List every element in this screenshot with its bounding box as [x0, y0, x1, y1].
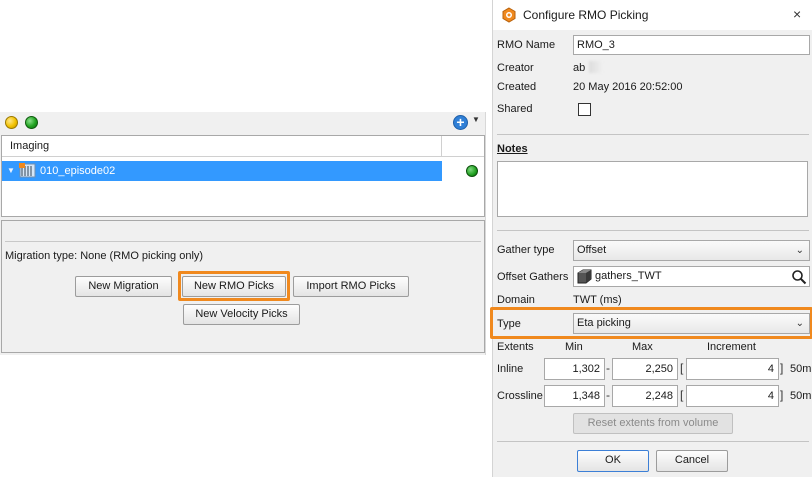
offset-gathers-field[interactable]: gathers_TWT: [573, 266, 810, 287]
inline-max-input[interactable]: 2,250: [612, 358, 678, 380]
title-bar: Configure RMO Picking ×: [493, 0, 812, 30]
migration-type-text: Migration type: None (RMO picking only): [5, 250, 204, 262]
creator-label: Creator: [497, 62, 534, 74]
creator-value: ab: [573, 62, 586, 74]
add-icon[interactable]: +: [453, 115, 468, 130]
green-status-icon: [25, 116, 38, 129]
tree-header: Imaging: [2, 136, 484, 157]
imaging-tree: Imaging ▼ 010_episode02: [1, 135, 485, 217]
ok-button[interactable]: OK: [577, 450, 649, 472]
rmo-name-label: RMO Name: [497, 39, 556, 51]
inline-increment-input[interactable]: 4: [686, 358, 779, 380]
shared-label: Shared: [497, 103, 533, 115]
volume-cube-icon: [577, 269, 592, 284]
crossline-unit: 50m: [790, 390, 812, 402]
chevron-down-icon: ⌄: [795, 245, 804, 256]
domain-value: TWT (ms): [573, 294, 622, 306]
extents-min-label: Min: [565, 341, 583, 353]
new-migration-button[interactable]: New Migration: [75, 276, 172, 297]
bracket-close: ]: [780, 388, 784, 402]
divider: [497, 134, 809, 135]
tree-header-label: Imaging: [10, 140, 50, 152]
new-rmo-picks-button[interactable]: New RMO Picks: [182, 276, 286, 297]
divider: [497, 230, 809, 231]
offset-gathers-label: Offset Gathers: [497, 271, 569, 283]
gather-type-select[interactable]: Offset ⌄: [573, 240, 810, 261]
divider: [5, 241, 481, 242]
app-gear-icon: [502, 7, 516, 23]
chevron-down-icon: ⌄: [795, 318, 804, 329]
type-select[interactable]: Eta picking ⌄: [573, 313, 810, 334]
crossline-label: Crossline: [497, 390, 543, 402]
tree-row-episode[interactable]: ▼ 010_episode02: [2, 161, 442, 181]
type-label: Type: [497, 318, 521, 330]
rmo-name-input[interactable]: RMO_3: [573, 35, 810, 55]
migration-controls: Migration type: None (RMO picking only) …: [1, 220, 485, 353]
extents-label: Extents: [497, 341, 534, 353]
reset-extents-button[interactable]: Reset extents from volume: [573, 413, 733, 434]
notes-textarea[interactable]: [497, 161, 808, 217]
domain-label: Domain: [497, 294, 535, 306]
notes-label: Notes: [497, 143, 528, 155]
gather-type-value: Offset: [577, 244, 607, 256]
seismic-survey-icon: [19, 163, 36, 178]
extents-max-label: Max: [632, 341, 653, 353]
shared-checkbox[interactable]: [578, 103, 591, 116]
gather-type-label: Gather type: [497, 244, 555, 256]
dialog-title: Configure RMO Picking: [523, 8, 649, 22]
tree-item-label: 010_episode02: [40, 165, 116, 177]
import-rmo-picks-button[interactable]: Import RMO Picks: [293, 276, 409, 297]
bracket-open: [: [680, 361, 684, 375]
search-icon[interactable]: [791, 269, 807, 285]
extents-increment-label: Increment: [707, 341, 756, 353]
created-value: 20 May 2016 20:52:00: [573, 81, 683, 93]
imaging-panel: + ▼ Imaging ▼ 010_episode02 Migration ty…: [0, 112, 486, 355]
column-separator: [441, 136, 442, 156]
crossline-increment-input[interactable]: 4: [686, 385, 779, 407]
inline-label: Inline: [497, 363, 524, 375]
dropdown-caret-icon[interactable]: ▼: [472, 115, 480, 124]
bracket-open: [: [680, 388, 684, 402]
crossline-max-input[interactable]: 2,248: [612, 385, 678, 407]
redacted-text: [589, 61, 603, 73]
dash-separator: -: [606, 361, 610, 375]
bracket-close: ]: [780, 361, 784, 375]
cancel-button[interactable]: Cancel: [656, 450, 728, 472]
close-icon[interactable]: ×: [793, 6, 801, 22]
crossline-min-input[interactable]: 1,348: [544, 385, 605, 407]
type-value: Eta picking: [577, 317, 631, 329]
yellow-status-icon: [5, 116, 18, 129]
inline-min-input[interactable]: 1,302: [544, 358, 605, 380]
new-velocity-picks-button[interactable]: New Velocity Picks: [183, 304, 300, 325]
configure-rmo-dialog: Configure RMO Picking × RMO Name RMO_3 C…: [490, 0, 812, 477]
offset-gathers-value: gathers_TWT: [595, 270, 662, 282]
created-label: Created: [497, 81, 537, 93]
expand-arrow-icon[interactable]: ▼: [7, 161, 15, 181]
status-ok-icon: [466, 165, 478, 177]
divider: [497, 441, 809, 442]
inline-unit: 50m: [790, 363, 812, 375]
dash-separator: -: [606, 388, 610, 402]
